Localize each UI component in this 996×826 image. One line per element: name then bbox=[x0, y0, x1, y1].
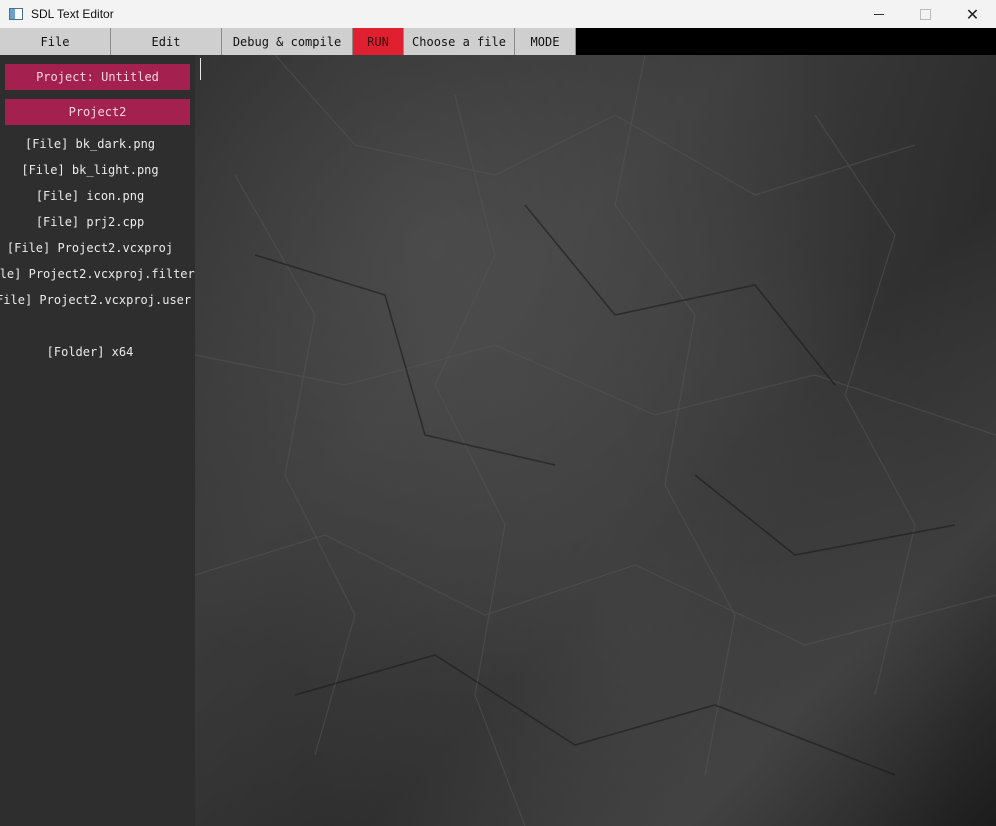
file-entry[interactable]: [File] bk_dark.png bbox=[0, 137, 195, 151]
menu-file[interactable]: File bbox=[0, 28, 111, 55]
title-bar: SDL Text Editor ✕ bbox=[0, 0, 996, 28]
menu-debug-compile[interactable]: Debug & compile bbox=[222, 28, 353, 55]
folder-entry[interactable]: [Folder] x64 bbox=[0, 345, 195, 359]
window-title: SDL Text Editor bbox=[31, 7, 114, 21]
maximize-button[interactable] bbox=[902, 0, 949, 28]
minimize-icon bbox=[873, 13, 884, 15]
project-folder-button[interactable]: Project2 bbox=[5, 99, 190, 125]
menu-choose-file[interactable]: Choose a file bbox=[404, 28, 515, 55]
file-entry[interactable]: [File] icon.png bbox=[0, 189, 195, 203]
file-entry[interactable]: [File] prj2.cpp bbox=[0, 215, 195, 229]
file-entry[interactable]: [File] Project2.vcxproj.filters bbox=[0, 267, 195, 281]
menu-run[interactable]: RUN bbox=[353, 28, 404, 55]
menu-bar: File Edit Debug & compile RUN Choose a f… bbox=[0, 28, 996, 55]
file-entry[interactable]: [File] Project2.vcxproj bbox=[0, 241, 195, 255]
menu-mode[interactable]: MODE bbox=[515, 28, 576, 55]
file-entry[interactable]: [File] Project2.vcxproj.user bbox=[0, 293, 195, 307]
project-sidebar: Project: Untitled Project2 [File] bk_dar… bbox=[0, 55, 195, 826]
app-window-icon bbox=[9, 8, 23, 20]
menu-edit[interactable]: Edit bbox=[111, 28, 222, 55]
file-entry[interactable]: [File] bk_light.png bbox=[0, 163, 195, 177]
crumpled-paper-background bbox=[195, 55, 996, 826]
close-icon: ✕ bbox=[965, 4, 980, 24]
text-editor-area[interactable] bbox=[195, 55, 996, 826]
minimize-button[interactable] bbox=[855, 0, 902, 28]
text-caret bbox=[200, 58, 201, 80]
close-button[interactable]: ✕ bbox=[949, 0, 996, 28]
window-controls: ✕ bbox=[855, 0, 996, 28]
app-window: SDL Text Editor ✕ File Edit Debug & comp… bbox=[0, 0, 996, 826]
maximize-icon bbox=[920, 8, 931, 20]
project-title-button[interactable]: Project: Untitled bbox=[5, 64, 190, 90]
